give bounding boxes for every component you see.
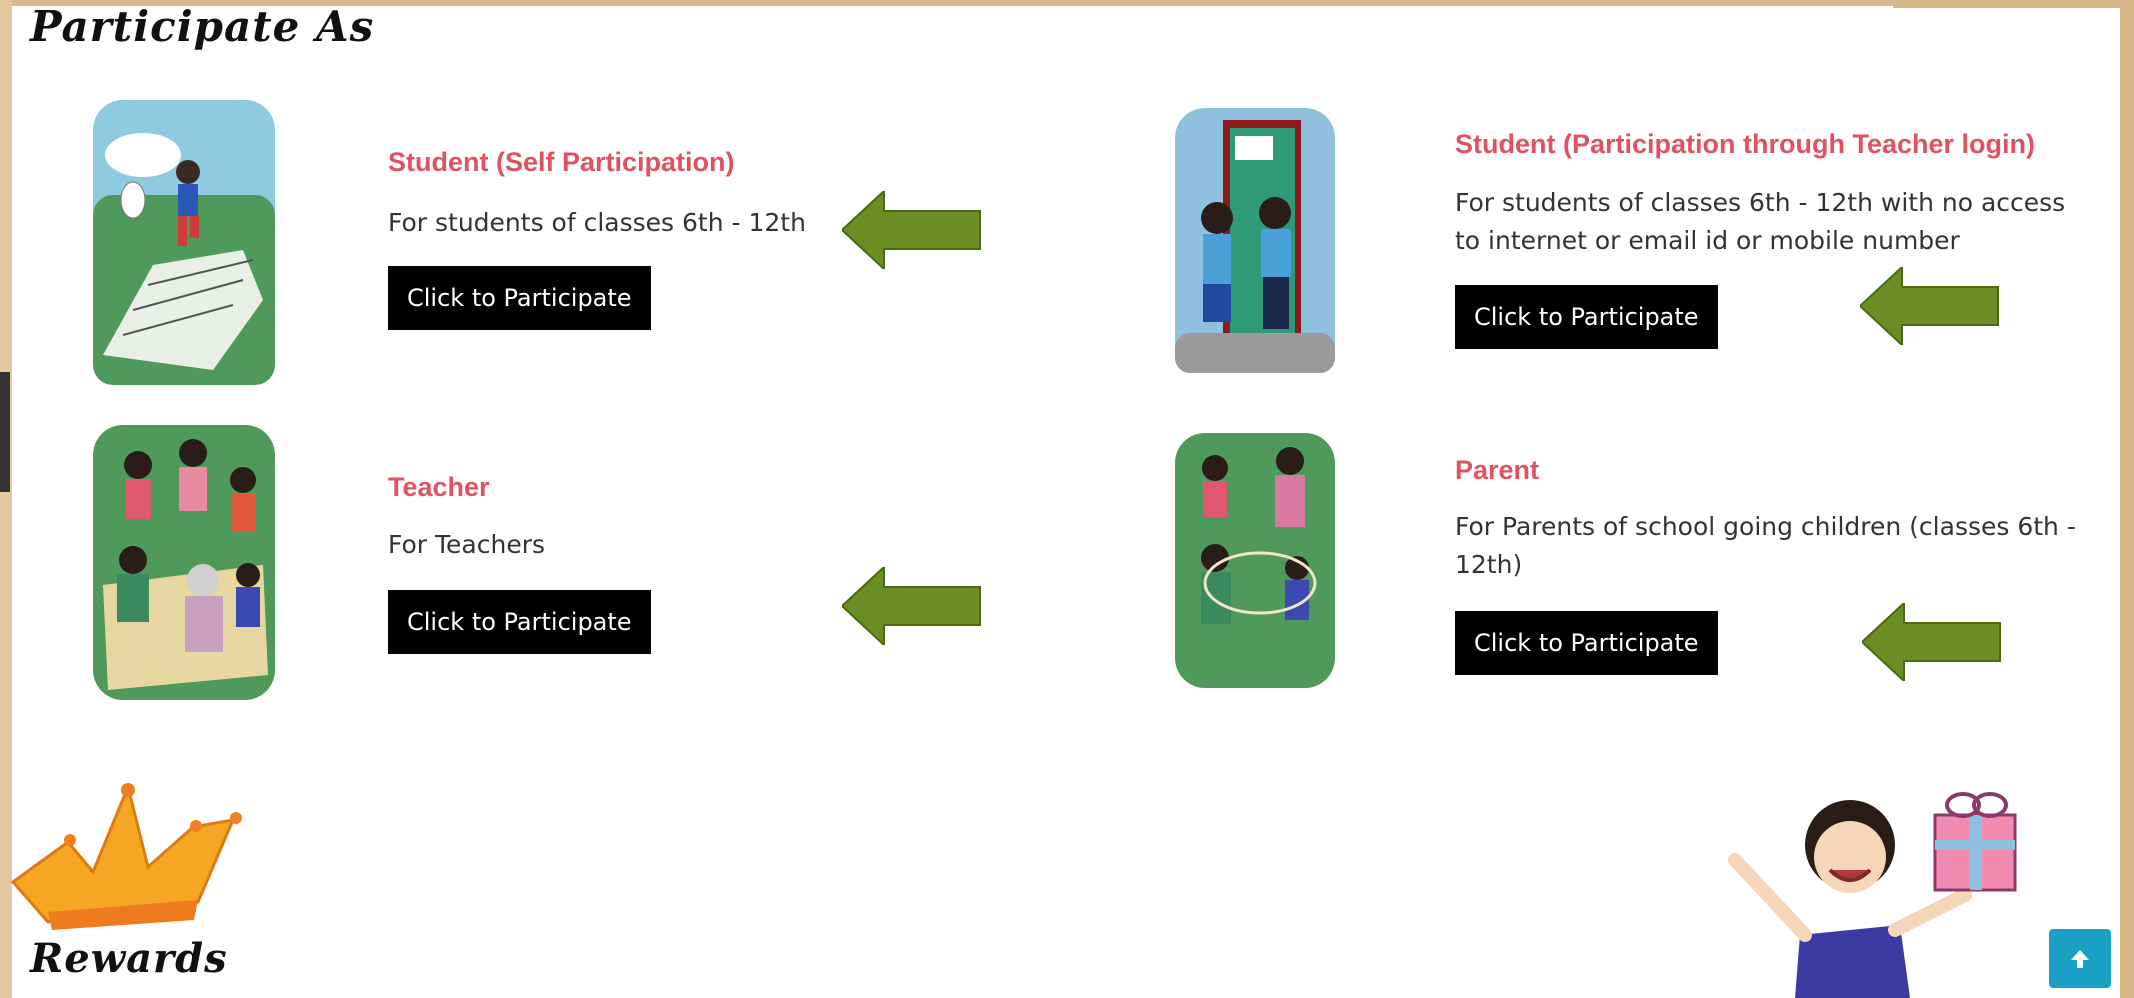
girl-with-gift-illustration	[1728, 792, 2017, 998]
rewards-title: Rewards	[30, 935, 228, 982]
participate-button-student-self[interactable]: Click to Participate	[388, 266, 651, 330]
card-description: For students of classes 6th - 12th	[388, 208, 806, 237]
arrow-up-icon	[2071, 949, 2089, 968]
card-title: Student (Participation through Teacher l…	[1455, 129, 2035, 159]
classroom-door-illustration	[1175, 108, 1335, 373]
scroll-to-top-button[interactable]	[2049, 929, 2111, 988]
page-frame-top-right	[1893, 0, 2120, 8]
page-frame-left-shadow	[0, 372, 10, 492]
card-description: For Parents of school going children (cl…	[1455, 512, 2076, 579]
section-title: Participate As	[30, 2, 375, 51]
card-description: For students of classes 6th - 12th with …	[1455, 188, 2066, 255]
left-arrow-icon	[842, 191, 981, 269]
participate-button-parent[interactable]: Click to Participate	[1455, 611, 1718, 675]
crown-icon	[10, 782, 242, 930]
playing-children-illustration	[1175, 433, 1335, 688]
card-title: Student (Self Participation)	[388, 147, 735, 177]
page-frame-right	[2120, 0, 2134, 998]
card-title: Parent	[1455, 455, 1540, 485]
card-title: Teacher	[388, 472, 490, 502]
card-description: For Teachers	[388, 530, 546, 559]
participate-button-student-teacher-login[interactable]: Click to Participate	[1455, 285, 1718, 349]
hopscotch-illustration	[93, 100, 275, 385]
picnic-illustration	[93, 425, 275, 700]
left-arrow-icon	[1862, 603, 2001, 681]
left-arrow-icon	[1860, 267, 1999, 345]
left-arrow-icon	[842, 567, 981, 645]
participate-button-teacher[interactable]: Click to Participate	[388, 590, 651, 654]
